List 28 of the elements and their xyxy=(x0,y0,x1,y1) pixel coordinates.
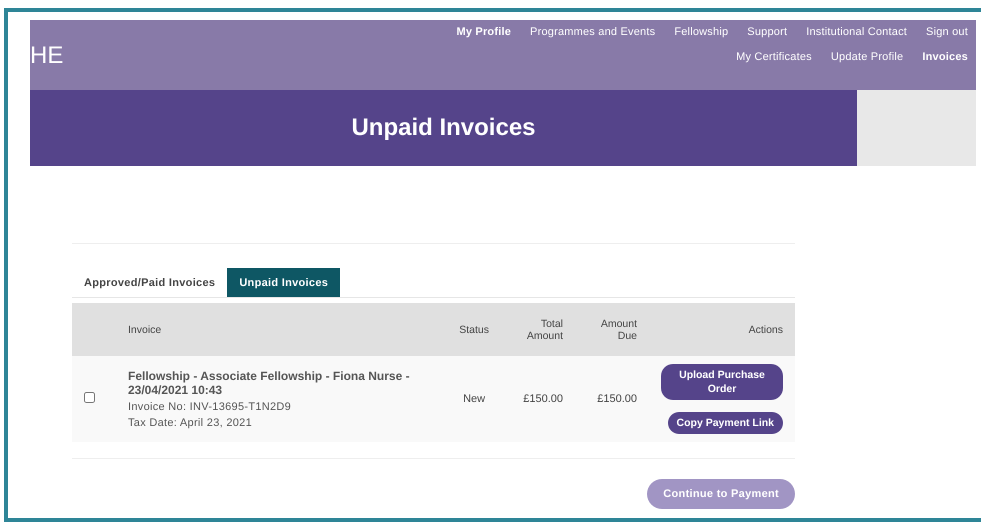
header-cell: Invoice xyxy=(116,303,448,356)
page-title: Unpaid Invoices xyxy=(351,114,536,142)
nav-link[interactable]: Sign out xyxy=(926,26,968,38)
nav-link[interactable]: Programmes and Events xyxy=(530,26,656,38)
nav-link[interactable]: Update Profile xyxy=(830,51,904,63)
header-cell xyxy=(72,303,116,356)
action-button[interactable]: Upload Purchase Order xyxy=(661,364,783,400)
nav-link[interactable]: My Profile xyxy=(456,26,512,38)
invoice-title: Fellowship - Associate Fellowship - Fiona Nurse - 23/04/2021 10:43 xyxy=(128,369,411,397)
tab[interactable]: Unpaid Invoices xyxy=(227,268,340,297)
nav-link[interactable]: Invoices xyxy=(922,51,968,63)
nav-link[interactable]: Institutional Contact xyxy=(806,26,908,38)
nav-link[interactable]: Fellowship xyxy=(674,26,728,38)
tab[interactable]: Approved/Paid Invoices xyxy=(72,268,228,297)
header-cell: Amount Due xyxy=(575,303,649,356)
status-cell: New xyxy=(447,356,501,442)
header-cell: Actions xyxy=(649,303,795,356)
header-cell: Total Amount xyxy=(501,303,575,356)
nav-link[interactable]: Support xyxy=(747,26,788,38)
site-logo: HE xyxy=(30,42,64,71)
invoice-number: Invoice No: INV-13695-T1N2D9 xyxy=(128,401,292,413)
nav-link[interactable]: My Certificates xyxy=(736,51,812,63)
table-cell: £150.00 xyxy=(501,356,575,442)
action-button[interactable]: Copy Payment Link xyxy=(668,412,783,434)
table-cell: £150.00 xyxy=(575,356,649,442)
row-checkbox[interactable] xyxy=(84,392,95,403)
tax-date: Tax Date: April 23, 2021 xyxy=(128,417,253,429)
header-cell: Status xyxy=(447,303,501,356)
